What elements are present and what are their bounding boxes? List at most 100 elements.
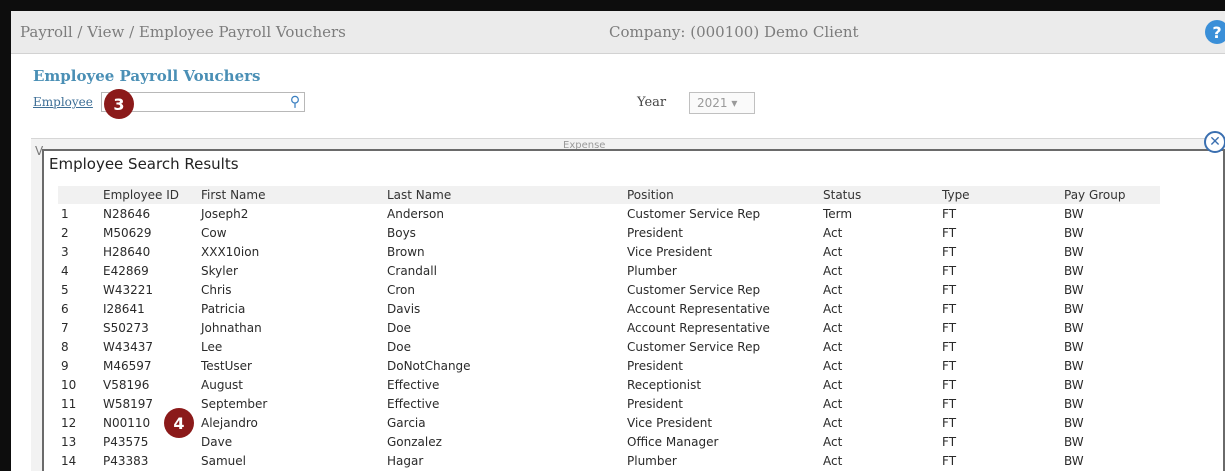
employee-link[interactable]: Employee xyxy=(33,95,93,109)
type-cell: FT xyxy=(942,358,957,373)
type-cell: FT xyxy=(942,263,957,278)
first-name-cell: Joseph2 xyxy=(201,206,249,221)
first-name-cell: Samuel xyxy=(201,453,246,468)
position-cell: Vice President xyxy=(627,244,713,259)
table-row[interactable]: 7 S50273 Johnathan Doe Account Representativ… xyxy=(58,318,1160,337)
employee-id-cell: P43383 xyxy=(103,453,149,468)
table-row[interactable]: 10 V58196 August Effective Receptionist Act FT… xyxy=(58,375,1160,394)
type-cell: FT xyxy=(942,206,957,221)
table-row[interactable]: 1 N28646 Joseph2 Anderson Customer Service R… xyxy=(58,204,1160,223)
row-index-cell: 13 xyxy=(61,434,77,449)
position-cell: Receptionist xyxy=(627,377,702,392)
table-row[interactable]: 2 M50629 Cow Boys President Act FT BW xyxy=(58,223,1160,242)
table-row[interactable]: 3 H28640 XXX10ion Brown Vice President Act FT B… xyxy=(58,242,1160,261)
table-row[interactable]: 14 P43383 Samuel Hagar Plumber Act FT BW xyxy=(58,451,1160,470)
close-icon[interactable]: ✕ xyxy=(1204,131,1225,153)
first-name-cell: Chris xyxy=(201,282,232,297)
col-position[interactable]: Position xyxy=(624,186,820,204)
position-cell: Account Representative xyxy=(627,320,770,335)
app-window: Payroll / View / Employee Payroll Vouche… xyxy=(11,11,1225,471)
position-cell: President xyxy=(627,358,683,373)
table-row[interactable]: 13 P43575 Dave Gonzalez Office Manager Act FT B… xyxy=(58,432,1160,451)
table-row[interactable]: 6 I28641 Patricia Davis Account Representati… xyxy=(58,299,1160,318)
row-index-cell: 10 xyxy=(61,377,77,392)
last-name-cell: Davis xyxy=(387,301,421,316)
pay-group-cell: BW xyxy=(1064,320,1084,335)
status-cell: Act xyxy=(823,434,843,449)
first-name-cell: Johnathan xyxy=(201,320,262,335)
employee-id-cell: W43437 xyxy=(103,339,154,354)
employee-id-cell: N28646 xyxy=(103,206,151,221)
table-row[interactable]: 4 E42869 Skyler Crandall Plumber Act FT BW xyxy=(58,261,1160,280)
table-row[interactable]: 12 N00110 Alejandro Garcia Vice President Act… xyxy=(58,413,1160,432)
row-index-cell: 11 xyxy=(61,396,77,411)
pay-group-cell: BW xyxy=(1064,301,1084,316)
type-cell: FT xyxy=(942,225,957,240)
pay-group-cell: BW xyxy=(1064,377,1084,392)
row-index-cell: 4 xyxy=(61,263,69,278)
col-index xyxy=(58,186,100,204)
company-label: Company: (000100) Demo Client xyxy=(609,23,859,41)
type-cell: FT xyxy=(942,453,957,468)
table-row[interactable]: 11 W58197 September Effective President Act FT… xyxy=(58,394,1160,413)
pay-group-cell: BW xyxy=(1064,244,1084,259)
status-cell: Act xyxy=(823,358,843,373)
position-cell: Vice President xyxy=(627,415,713,430)
table-row[interactable]: 8 W43437 Lee Doe Customer Service Rep Act FT BW xyxy=(58,337,1160,356)
status-cell: Act xyxy=(823,244,843,259)
pay-group-cell: BW xyxy=(1064,396,1084,411)
pay-group-cell: BW xyxy=(1064,263,1084,278)
employee-search-dialog: Employee Search Results Employee ID Firs… xyxy=(42,149,1225,471)
breadcrumb[interactable]: Payroll / View / Employee Payroll Vouche… xyxy=(20,23,346,41)
first-name-cell: Alejandro xyxy=(201,415,258,430)
last-name-cell: DoNotChange xyxy=(387,358,471,373)
last-name-cell: Doe xyxy=(387,320,411,335)
pay-group-cell: BW xyxy=(1064,434,1084,449)
table-row[interactable]: 5 W43221 Chris Cron Customer Service Rep Act F… xyxy=(58,280,1160,299)
col-last-name[interactable]: Last Name xyxy=(384,186,624,204)
position-cell: Customer Service Rep xyxy=(627,339,761,354)
col-type[interactable]: Type xyxy=(939,186,1061,204)
type-cell: FT xyxy=(942,320,957,335)
position-cell: Customer Service Rep xyxy=(627,206,761,221)
last-name-cell: Boys xyxy=(387,225,416,240)
col-status[interactable]: Status xyxy=(820,186,939,204)
type-cell: FT xyxy=(942,415,957,430)
col-pay-group[interactable]: Pay Group xyxy=(1061,186,1160,204)
first-name-cell: TestUser xyxy=(201,358,252,373)
dialog-title: Employee Search Results xyxy=(49,155,239,173)
table-row[interactable]: 9 M46597 TestUser DoNotChange President Act FT… xyxy=(58,356,1160,375)
row-index-cell: 7 xyxy=(61,320,69,335)
pay-group-cell: BW xyxy=(1064,358,1084,373)
first-name-cell: Lee xyxy=(201,339,223,354)
col-first-name[interactable]: First Name xyxy=(198,186,384,204)
col-employee-id[interactable]: Employee ID xyxy=(100,186,198,204)
employee-id-cell: E42869 xyxy=(103,263,149,278)
pay-group-cell: BW xyxy=(1064,225,1084,240)
status-cell: Act xyxy=(823,396,843,411)
results-body: 1 N28646 Joseph2 Anderson Customer Service R… xyxy=(58,204,1160,470)
first-name-cell: September xyxy=(201,396,268,411)
status-cell: Term xyxy=(823,206,853,221)
last-name-cell: Garcia xyxy=(387,415,426,430)
callout-badge-3: 3 xyxy=(104,89,134,119)
type-cell: FT xyxy=(942,396,957,411)
row-index-cell: 1 xyxy=(61,206,69,221)
pay-group-cell: BW xyxy=(1064,206,1084,221)
first-name-cell: Dave xyxy=(201,434,233,449)
employee-id-cell: I28641 xyxy=(103,301,145,316)
first-name-cell: Skyler xyxy=(201,263,238,278)
status-cell: Act xyxy=(823,320,843,335)
status-cell: Act xyxy=(823,339,843,354)
help-icon[interactable]: ? xyxy=(1205,20,1225,44)
pay-group-cell: BW xyxy=(1064,415,1084,430)
last-name-cell: Gonzalez xyxy=(387,434,442,449)
position-cell: Office Manager xyxy=(627,434,719,449)
type-cell: FT xyxy=(942,282,957,297)
last-name-cell: Brown xyxy=(387,244,425,259)
employee-id-cell: M50629 xyxy=(103,225,152,240)
year-select[interactable]: 2021 ▾ xyxy=(689,92,755,114)
row-index-cell: 5 xyxy=(61,282,69,297)
search-icon[interactable]: ⚲ xyxy=(285,93,305,111)
last-name-cell: Cron xyxy=(387,282,415,297)
